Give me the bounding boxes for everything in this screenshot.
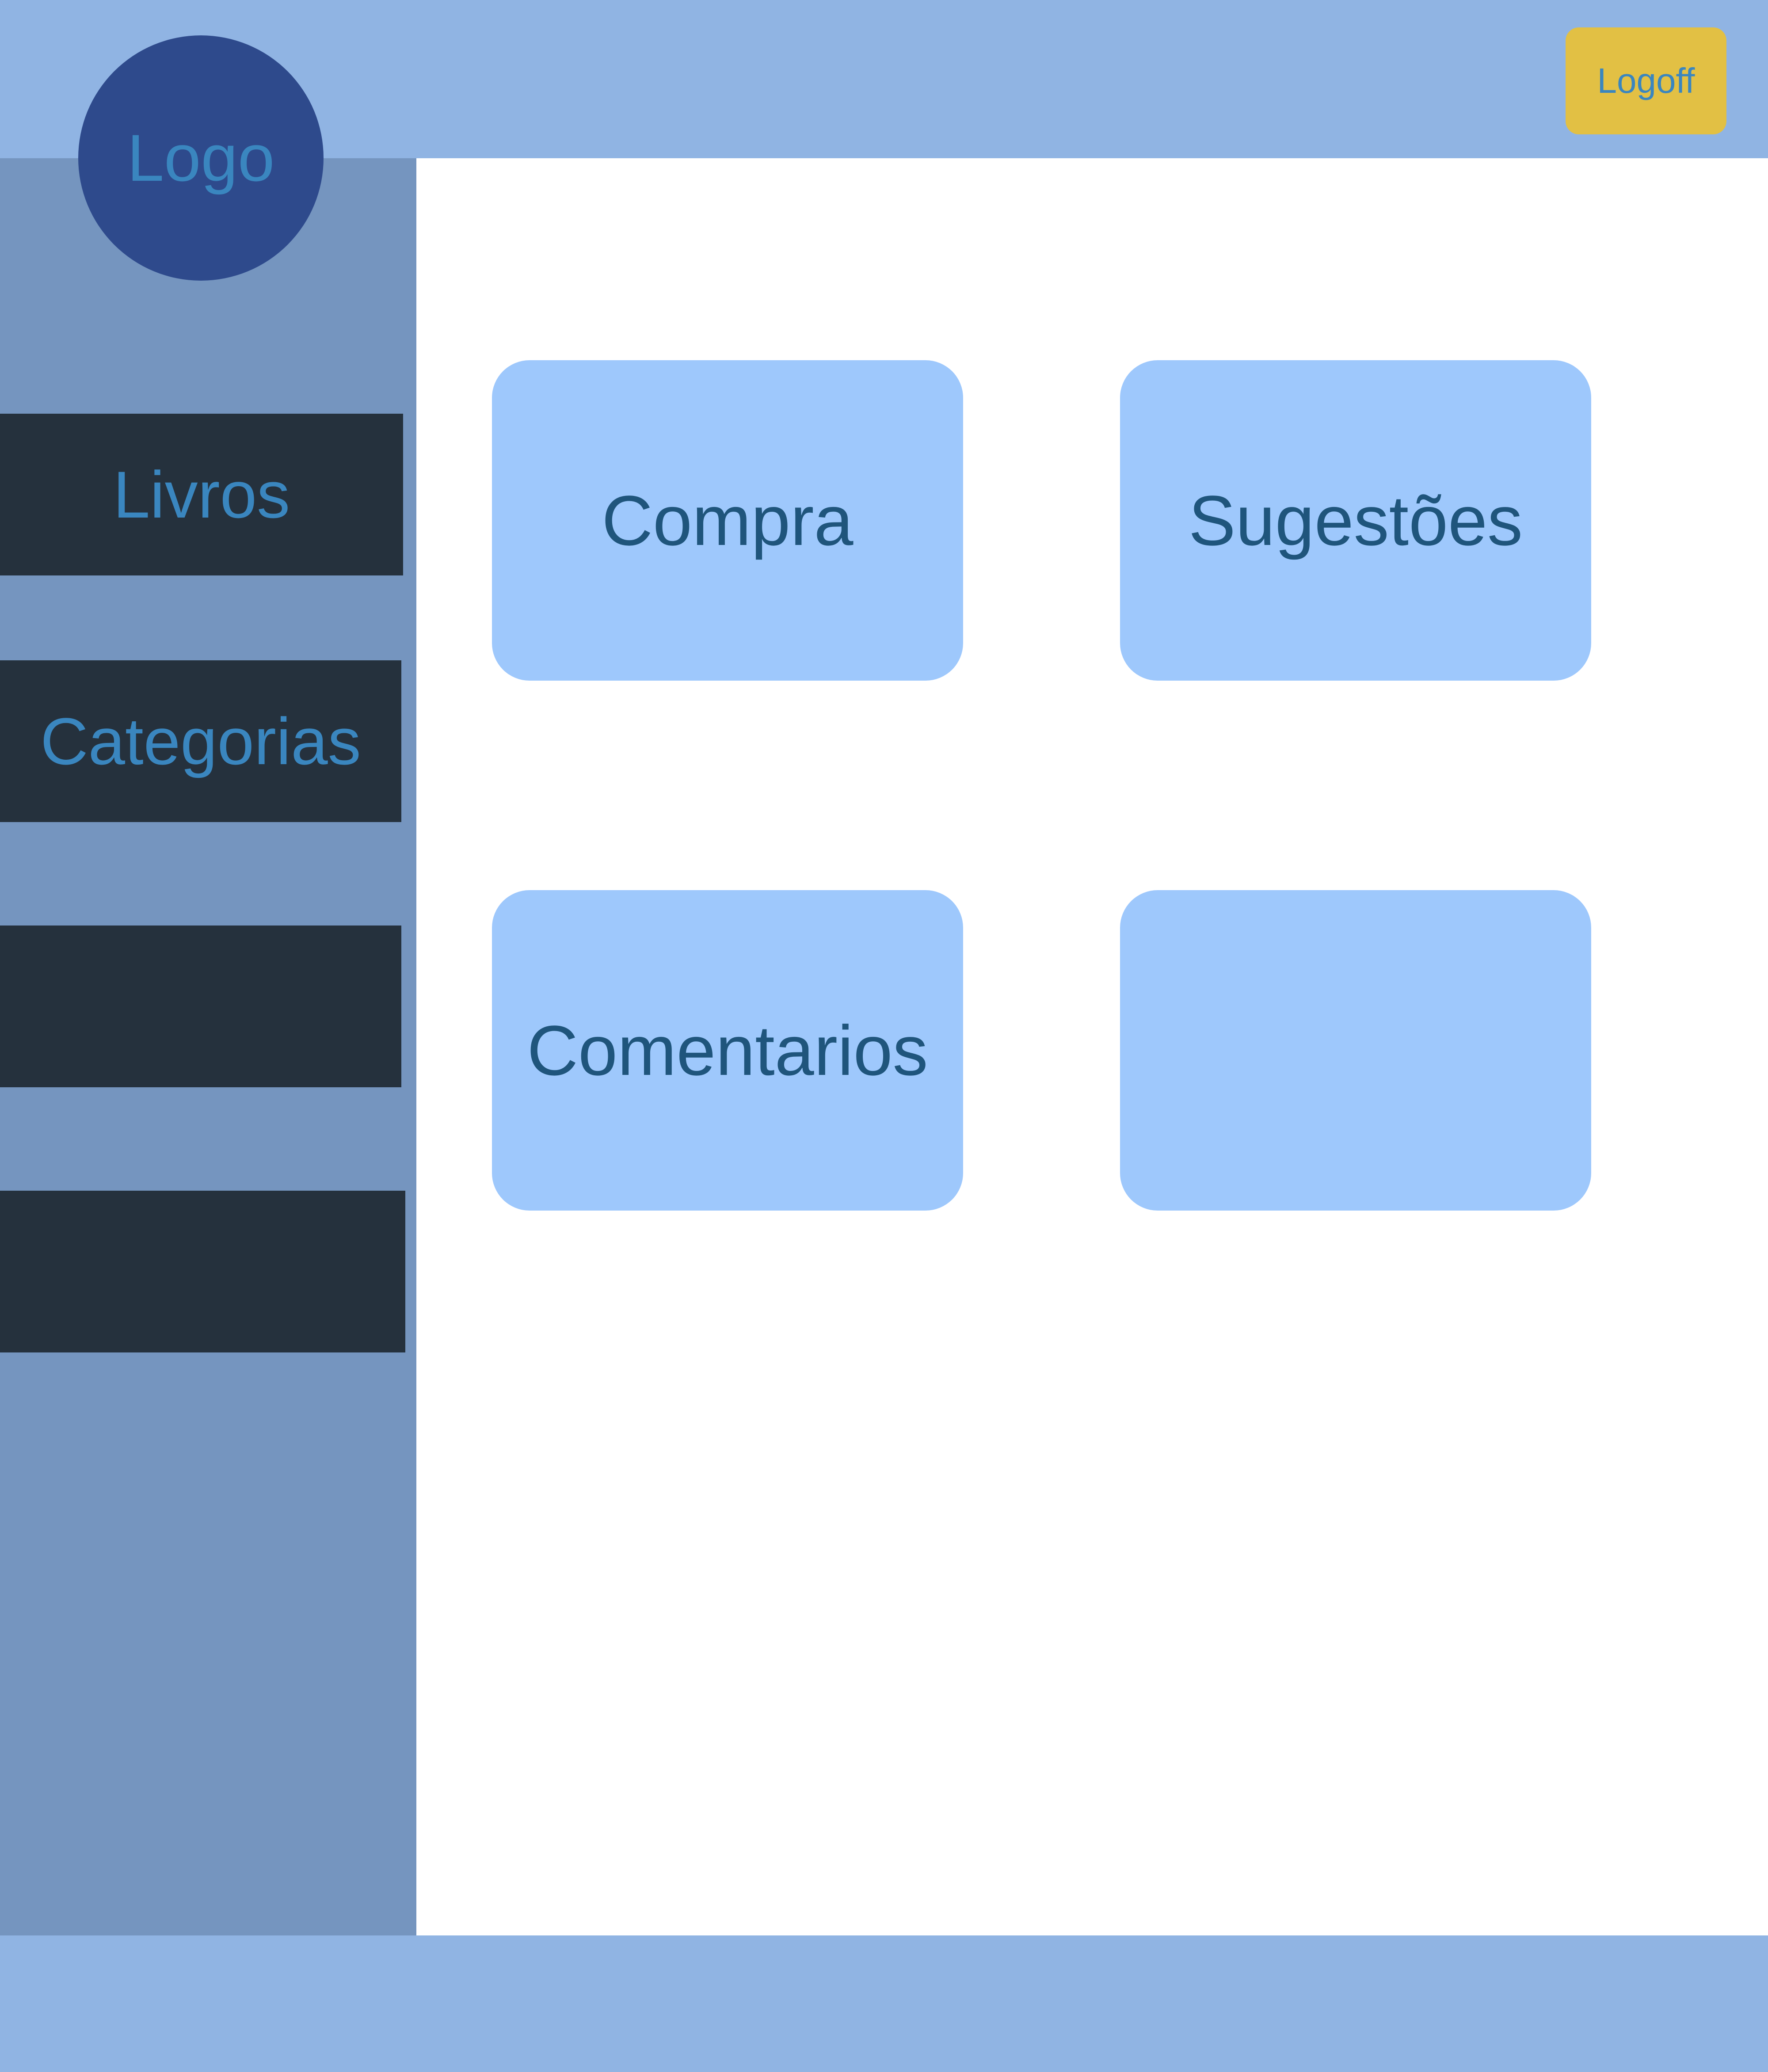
sidebar-item-label: Categorias — [40, 704, 361, 778]
sidebar-item-categorias[interactable]: Categorias — [0, 660, 401, 822]
card-label: Sugestões — [1188, 480, 1523, 560]
card-comentarios[interactable]: Comentarios — [492, 890, 963, 1211]
sidebar: Livros Categorias — [0, 158, 416, 1935]
card-empty[interactable] — [1120, 890, 1591, 1211]
footer-bar — [0, 1935, 1768, 2072]
sidebar-item-empty-2[interactable] — [0, 1191, 405, 1352]
card-sugestoes[interactable]: Sugestões — [1120, 360, 1591, 681]
sidebar-item-empty-1[interactable] — [0, 926, 401, 1087]
logoff-label: Logoff — [1597, 61, 1695, 100]
logo[interactable]: Logo — [78, 35, 324, 281]
logo-label: Logo — [127, 121, 275, 195]
sidebar-item-livros[interactable]: Livros — [0, 414, 403, 575]
sidebar-item-label: Livros — [113, 457, 290, 532]
card-label: Comentarios — [527, 1010, 928, 1090]
card-compra[interactable]: Compra — [492, 360, 963, 681]
logoff-button[interactable]: Logoff — [1566, 27, 1726, 134]
card-label: Compra — [602, 480, 854, 560]
